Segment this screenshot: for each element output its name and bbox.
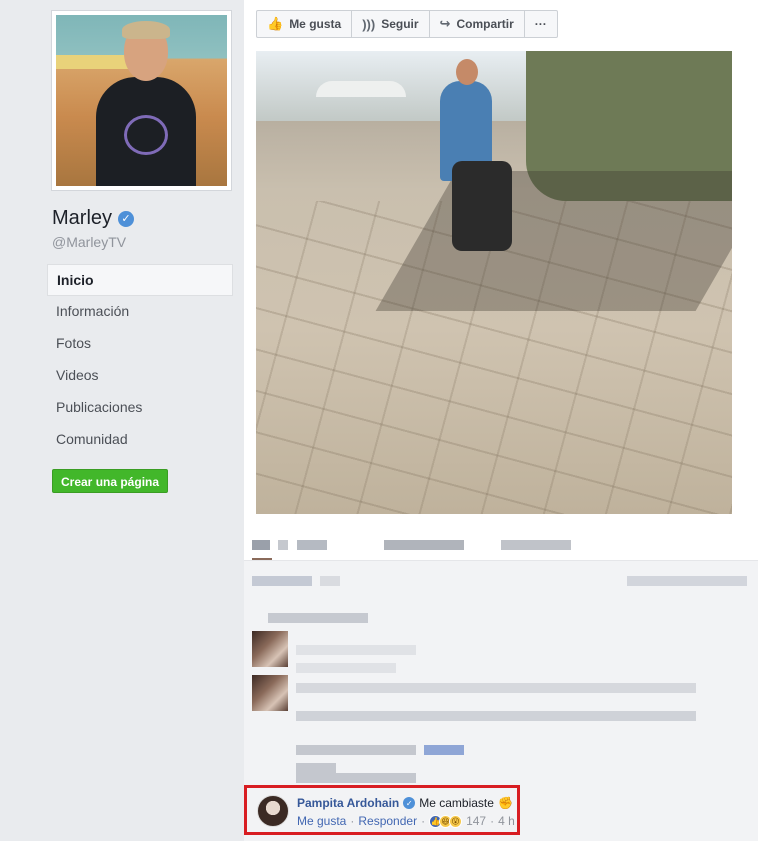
page-action-toolbar: 👍 Me gusta ))) Seguir ↪ Compartir ···	[256, 10, 558, 38]
comment-author[interactable]: Pampita Ardohain	[297, 796, 399, 810]
nav-item-fotos[interactable]: Fotos	[47, 328, 233, 360]
separator: ·	[421, 814, 426, 828]
like-page-label: Me gusta	[289, 17, 342, 31]
avatar	[252, 675, 288, 711]
page-name-text[interactable]: Marley	[52, 207, 112, 230]
thumbs-up-icon: 👍	[267, 16, 284, 31]
avatar	[252, 631, 288, 667]
page-handle[interactable]: @MarleyTV	[52, 234, 126, 250]
comment-blurred	[296, 683, 716, 693]
separator: ·	[350, 814, 355, 828]
reactions-button[interactable]: 👍 😆 😮	[429, 814, 463, 828]
comment-blurred	[296, 745, 516, 773]
share-arrow-icon: ↪	[439, 16, 451, 31]
nav-item-inicio[interactable]: Inicio	[47, 264, 233, 296]
view-more-blurred	[268, 613, 368, 623]
reaction-count[interactable]: 147	[466, 814, 486, 828]
rss-icon: )))	[362, 16, 376, 32]
post-photo[interactable]	[256, 51, 732, 514]
more-options-icon: ···	[534, 17, 547, 31]
create-page-button[interactable]: Crear una página	[52, 469, 169, 493]
fist-emoji-icon: ✊	[497, 796, 513, 810]
profile-picture[interactable]	[51, 10, 232, 191]
profile-photo	[56, 15, 227, 186]
separator: ·	[490, 814, 495, 828]
comment-actions: Me gusta · Responder · 👍 😆 😮 147 · 4 h	[297, 814, 515, 828]
comment-timestamp[interactable]: 4 h	[498, 814, 515, 828]
follow-label: Seguir	[381, 17, 419, 31]
comment-reply-link[interactable]: Responder	[358, 814, 417, 828]
share-button[interactable]: ↪ Compartir	[430, 11, 525, 37]
like-page-button[interactable]: 👍 Me gusta	[257, 11, 353, 37]
comment-avatar[interactable]	[257, 795, 289, 827]
comment-text: Me cambiaste	[419, 796, 494, 810]
nav-item-comunidad[interactable]: Comunidad	[47, 424, 233, 456]
more-options-button[interactable]: ···	[525, 11, 557, 37]
reactions-summary-blurred	[252, 576, 752, 586]
comment-body: Pampita Ardohain ✓ Me cambiaste ✊	[297, 796, 513, 810]
verified-check-icon: ✓	[403, 797, 416, 809]
page-title[interactable]: Marley ✓	[52, 207, 135, 230]
comment-like-link[interactable]: Me gusta	[297, 814, 346, 828]
comment-blurred	[296, 645, 726, 673]
nav-item-informacion[interactable]: Información	[47, 296, 233, 328]
verified-check-icon: ✓	[118, 210, 135, 227]
main-feed: 👍 Me gusta ))) Seguir ↪ Compartir ···	[244, 0, 758, 841]
page-nav: Inicio Información Fotos Videos Publicac…	[47, 264, 233, 456]
share-label: Compartir	[456, 17, 514, 31]
wow-reaction-icon: 😮	[449, 814, 463, 828]
comment-blurred	[296, 773, 446, 783]
post-actions-blurred	[252, 540, 752, 568]
nav-item-publicaciones[interactable]: Publicaciones	[47, 392, 233, 424]
nav-item-videos[interactable]: Videos	[47, 360, 233, 392]
comment-blurred	[296, 711, 716, 721]
highlighted-comment: Pampita Ardohain ✓ Me cambiaste ✊ Me gus…	[244, 785, 520, 835]
follow-button[interactable]: ))) Seguir	[352, 11, 430, 37]
